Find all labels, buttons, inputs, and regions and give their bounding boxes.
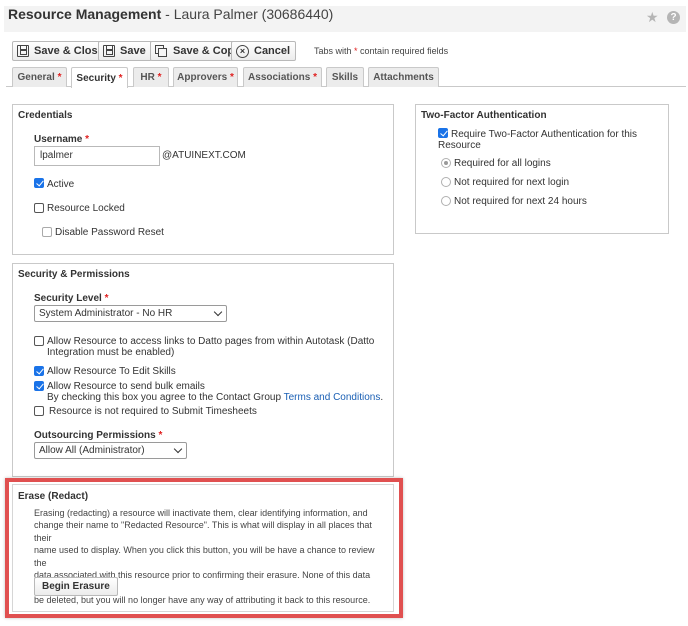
timesheets-checkbox[interactable]: [34, 406, 44, 416]
radio-not-required-24-hours-label: Not required for next 24 hours: [454, 196, 587, 207]
timesheets-label: Resource is not required to Submit Times…: [49, 406, 257, 417]
save-icon: [17, 45, 29, 57]
security-level-select[interactable]: System Administrator - No HR: [34, 305, 227, 322]
tab-associations[interactable]: Associations *: [243, 67, 322, 87]
save-icon: [103, 45, 115, 57]
username-label: Username *: [34, 134, 90, 145]
datto-access-label-cont: Integration must be enabled): [47, 347, 175, 358]
outsourcing-permissions-value: Allow All (Administrator): [39, 445, 145, 456]
edit-skills-label: Allow Resource To Edit Skills: [47, 366, 176, 377]
two-factor-panel: [415, 104, 669, 234]
cancel-label: Cancel: [254, 45, 291, 57]
require-two-factor-label-cont: Resource: [438, 140, 481, 151]
outsourcing-permissions-label: Outsourcing Permissions *: [34, 430, 163, 441]
radio-not-required-24-hours[interactable]: [441, 196, 451, 206]
help-icon[interactable]: ?: [667, 11, 680, 24]
chevron-down-icon: [213, 307, 223, 317]
require-two-factor-label: Require Two-Factor Authentication for th…: [451, 129, 638, 140]
require-two-factor-checkbox[interactable]: [438, 128, 448, 138]
tab-security[interactable]: Security *: [71, 67, 128, 88]
close-icon: ×: [236, 44, 249, 58]
two-factor-title: Two-Factor Authentication: [421, 110, 547, 121]
disable-password-reset-checkbox[interactable]: [42, 227, 52, 237]
cancel-button[interactable]: × Cancel: [231, 41, 297, 61]
bulk-email-label: Allow Resource to send bulk emails: [47, 381, 205, 392]
resource-locked-label: Resource Locked: [47, 203, 125, 214]
credentials-title: Credentials: [18, 110, 73, 121]
save-close-label: Save & Close: [34, 45, 104, 57]
save-close-button[interactable]: Save & Close: [12, 41, 110, 61]
tab-approvers[interactable]: Approvers *: [173, 67, 238, 87]
highlight-annotation: [5, 478, 403, 618]
security-level-label: Security Level *: [34, 293, 109, 304]
security-level-value: System Administrator - No HR: [39, 308, 173, 319]
active-label: Active: [47, 179, 75, 190]
edit-skills-checkbox[interactable]: [34, 366, 44, 376]
star-icon[interactable]: ★: [646, 10, 660, 24]
page-title-resource: - Laura Palmer (30686440): [161, 6, 334, 22]
bulk-email-terms-note: By checking this box you agree to the Co…: [47, 392, 384, 403]
radio-required-all-logins-label: Required for all logins: [454, 158, 551, 169]
radio-not-required-next-login-label: Not required for next login: [454, 177, 570, 188]
terms-conditions-link[interactable]: Terms and Conditions: [284, 392, 381, 403]
username-input[interactable]: lpalmer: [34, 146, 160, 166]
active-checkbox[interactable]: [34, 178, 44, 188]
datto-access-label: Allow Resource to access links to Datto …: [47, 336, 375, 347]
tab-hr[interactable]: HR *: [133, 67, 169, 87]
outsourcing-permissions-select[interactable]: Allow All (Administrator): [34, 442, 187, 459]
radio-not-required-next-login[interactable]: [441, 177, 451, 187]
page-title-main: Resource Management: [8, 6, 162, 22]
bulk-email-checkbox[interactable]: [34, 381, 44, 391]
disable-password-reset-label: Disable Password Reset: [55, 227, 164, 238]
save-button[interactable]: Save: [98, 41, 152, 61]
page-title: Resource Management - Laura Palmer (3068…: [8, 6, 333, 22]
resource-locked-checkbox[interactable]: [34, 203, 44, 213]
tab-skills[interactable]: Skills: [326, 67, 364, 87]
username-domain: @ATUINEXT.COM: [162, 150, 246, 161]
copy-icon: [155, 45, 168, 57]
save-label: Save: [120, 45, 146, 57]
tab-attachments[interactable]: Attachments: [368, 67, 439, 87]
radio-required-all-logins[interactable]: [441, 158, 451, 168]
datto-access-checkbox[interactable]: [34, 336, 44, 346]
tab-general[interactable]: General *: [12, 67, 67, 87]
chevron-down-icon: [173, 444, 183, 454]
required-fields-hint: Tabs with * contain required fields: [314, 46, 449, 56]
security-permissions-title: Security & Permissions: [18, 269, 130, 280]
